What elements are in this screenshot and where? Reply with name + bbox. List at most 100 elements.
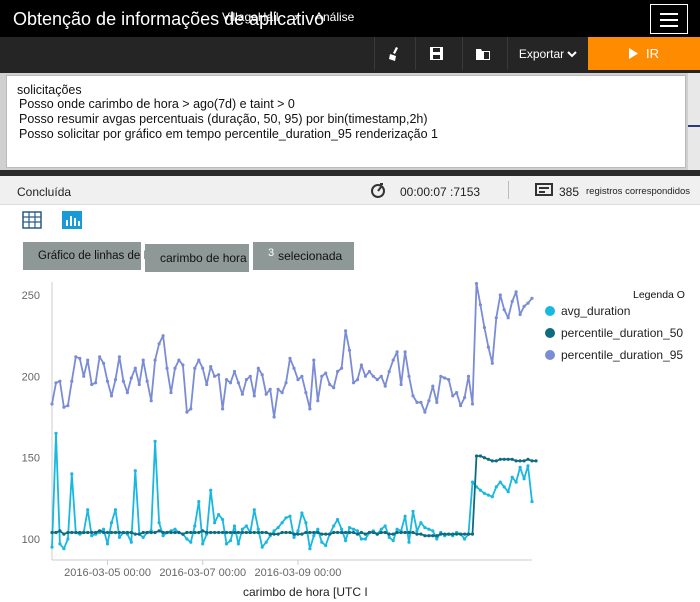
data-point-percentile_duration_95 [240,392,244,396]
data-point-avg_duration [213,521,217,525]
data-point-percentile_duration_95 [228,381,233,385]
data-point-avg_duration [260,545,264,549]
data-point-avg_duration [284,516,288,520]
legend-label: percentile_duration_95 [561,348,684,362]
data-point-avg_duration [395,527,399,531]
data-point-percentile_duration_95 [407,374,411,378]
open-button[interactable] [462,37,503,70]
data-point-percentile_duration_50 [379,530,383,535]
chart-type-dropdown[interactable]: Gráfico de linhas de IZ [23,242,154,270]
data-point-percentile_duration_50 [482,456,486,460]
x-tick-label: 2016-03-07 00:00 [159,567,246,579]
data-point-percentile_duration_95 [66,404,70,408]
data-point-percentile_duration_95 [423,410,427,414]
data-point-percentile_duration_50 [498,457,502,461]
export-dropdown[interactable]: Exportar [507,37,588,70]
data-point-percentile_duration_50 [240,530,244,535]
query-editor[interactable]: solicitações Posso onde carimbo de hora … [6,75,686,168]
data-point-avg_duration [280,521,284,525]
legend-item[interactable]: percentile_duration_50 [545,326,683,340]
series-line-percentile_duration_95 [51,282,533,418]
data-point-avg_duration [54,431,58,435]
data-point-avg_duration [272,529,276,533]
editor-scrollbar[interactable] [688,73,700,170]
data-point-percentile_duration_50 [173,530,177,535]
data-point-avg_duration [58,542,62,546]
y-tick-label: 150 [22,453,40,465]
data-point-percentile_duration_95 [522,304,526,308]
data-point-percentile_duration_50 [248,530,252,535]
data-point-avg_duration [276,526,280,530]
records-label: registros correspondidos [586,186,691,197]
table-view-button[interactable] [22,211,44,231]
query-line: Posso onde carimbo de hora > ago(7d) e t… [19,97,295,111]
data-point-percentile_duration_50 [185,530,189,535]
data-point-percentile_duration_95 [470,402,475,406]
data-point-percentile_duration_50 [50,530,54,535]
data-point-percentile_duration_50 [395,530,399,535]
data-point-avg_duration [411,509,415,513]
data-point-avg_duration [470,480,475,484]
series-selector[interactable]: 3 selecionada [253,242,354,270]
data-point-percentile_duration_95 [189,407,193,411]
data-point-percentile_duration_50 [169,530,173,535]
data-point-percentile_duration_95 [320,374,324,378]
legend-item[interactable]: avg_duration [545,304,630,318]
run-button[interactable]: IR [588,37,700,70]
data-point-percentile_duration_95 [173,366,177,370]
data-point-percentile_duration_95 [411,394,415,398]
breadcrumb-resource[interactable]: VillageHall [222,10,278,24]
data-point-percentile_duration_50 [217,530,221,535]
data-point-percentile_duration_95 [332,386,336,390]
data-point-avg_duration [50,545,54,549]
data-point-percentile_duration_95 [316,399,320,403]
data-point-percentile_duration_50 [359,530,363,535]
data-point-percentile_duration_95 [403,350,407,354]
data-point-percentile_duration_50 [149,530,153,535]
data-point-percentile_duration_50 [62,532,66,536]
status-bar: Concluída 00:00:07 :7153 385 registros c… [0,176,700,205]
data-point-percentile_duration_95 [102,361,106,365]
data-point-avg_duration [288,514,292,518]
data-point-percentile_duration_50 [526,457,530,461]
legend-item[interactable]: percentile_duration_95 [545,348,683,362]
data-point-percentile_duration_50 [205,530,209,535]
data-point-percentile_duration_95 [304,391,308,395]
breadcrumb-section[interactable]: Análise [315,10,354,24]
data-point-percentile_duration_50 [201,529,205,533]
data-point-percentile_duration_50 [502,457,506,461]
y-tick-label: 250 [22,290,40,302]
series-selected-label: selecionada [278,249,343,263]
data-point-avg_duration [217,513,221,517]
legend-label: avg_duration [561,304,631,318]
menu-button[interactable] [650,4,688,34]
data-point-percentile_duration_50 [256,530,260,535]
data-point-percentile_duration_95 [153,358,157,362]
save-button[interactable] [415,37,456,70]
data-point-percentile_duration_50 [478,454,482,458]
data-point-avg_duration [292,535,296,540]
data-point-percentile_duration_95 [415,400,419,404]
data-point-percentile_duration_95 [264,392,268,396]
data-point-percentile_duration_95 [137,382,141,387]
chart-type-label: Gráfico de linhas de IZ [38,250,154,262]
data-point-percentile_duration_95 [387,369,391,374]
chart-view-button[interactable] [62,211,84,231]
data-point-percentile_duration_50 [351,530,356,535]
clear-button[interactable] [374,37,415,70]
data-point-avg_duration [316,527,320,531]
data-point-percentile_duration_95 [482,325,486,330]
data-point-percentile_duration_50 [494,459,498,463]
query-line: Posso resumir avgas percentuais (duração… [19,112,428,126]
data-point-percentile_duration_50 [70,530,74,535]
data-point-avg_duration [105,542,110,546]
data-point-avg_duration [514,480,518,484]
data-point-percentile_duration_95 [133,366,137,370]
x-axis-dropdown[interactable]: carimbo de hora [145,244,249,272]
data-point-percentile_duration_50 [300,532,304,536]
data-point-avg_duration [312,534,316,538]
data-point-percentile_duration_95 [109,394,114,398]
data-point-percentile_duration_95 [193,366,197,370]
play-icon [629,48,638,59]
data-point-percentile_duration_50 [209,530,213,535]
